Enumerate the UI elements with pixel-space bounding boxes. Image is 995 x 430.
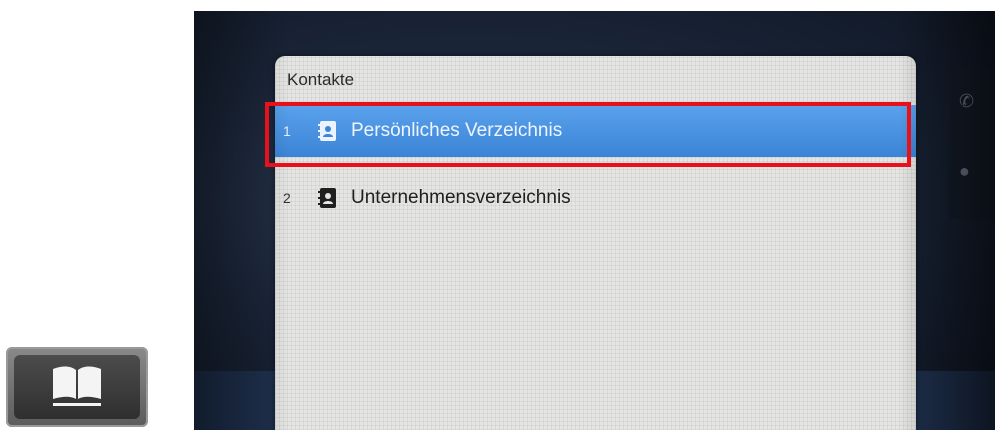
phone-screen: ✆ ● Kontakte 1 Persönliches Verzeichnis … — [194, 11, 995, 430]
item-number: 2 — [283, 190, 291, 206]
phone-icon[interactable]: ✆ — [959, 91, 974, 112]
clock-icon[interactable]: ● — [959, 161, 970, 182]
dialog-title: Kontakte — [287, 70, 355, 89]
book-icon — [53, 366, 101, 406]
item-label: Unternehmensverzeichnis — [351, 187, 571, 208]
list-item-company-directory[interactable]: 2 Unternehmensverzeichnis — [275, 172, 916, 224]
selection-highlight-box — [265, 102, 911, 167]
contacts-hardware-key[interactable] — [6, 347, 148, 427]
address-book-icon — [315, 186, 339, 210]
